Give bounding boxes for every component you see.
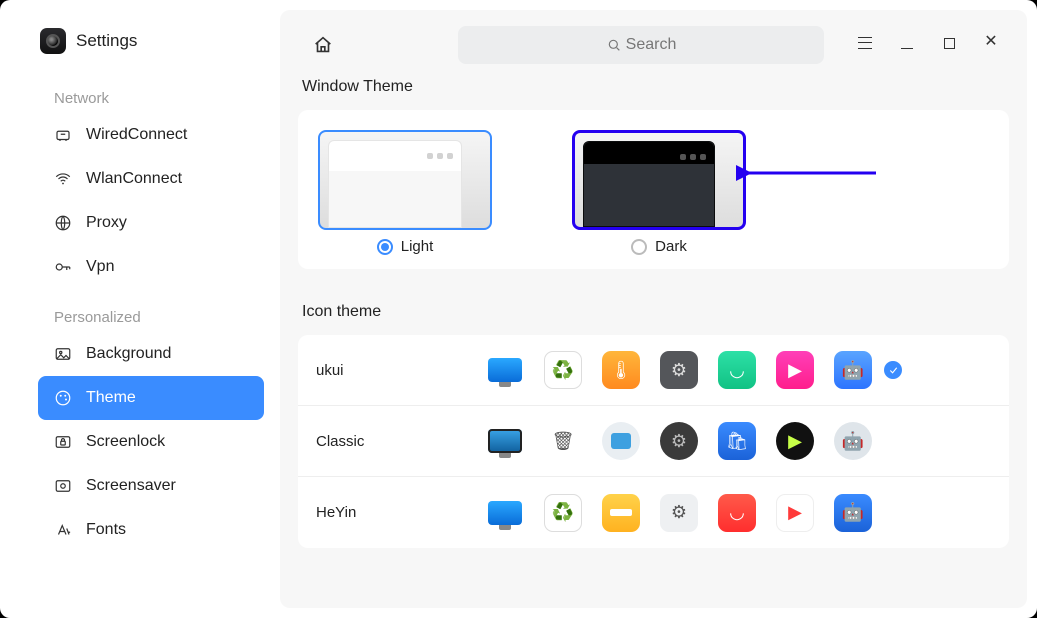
radio-dark[interactable] — [631, 239, 647, 255]
vpn-icon — [54, 258, 72, 276]
gear-icon: ⚙ — [660, 351, 698, 389]
trash-icon: ♻️ — [544, 494, 582, 532]
assistant-icon: 🤖 — [834, 422, 872, 460]
sidebar-item-theme[interactable]: Theme — [38, 376, 264, 420]
sidebar-item-label: Theme — [86, 389, 136, 407]
gear-icon: ⚙ — [660, 494, 698, 532]
topbar: Search ✕ — [300, 22, 1007, 68]
sidebar-item-background[interactable]: Background — [10, 332, 270, 376]
close-button[interactable]: ✕ — [981, 36, 1001, 54]
sidebar-item-fonts[interactable]: Fonts — [10, 508, 270, 552]
sidebar-item-label: Proxy — [86, 214, 127, 232]
main-panel: Search ✕ Window Theme Light — [280, 10, 1027, 608]
monitor-icon — [486, 351, 524, 389]
search-placeholder: Search — [626, 36, 677, 54]
theme-thumb-dark — [572, 130, 746, 230]
play-icon: ▶ — [776, 494, 814, 532]
wifi-icon — [54, 170, 72, 188]
search-icon — [606, 37, 622, 53]
menu-button[interactable] — [855, 36, 875, 54]
sidebar: Settings Network WiredConnect WlanConnec… — [0, 0, 280, 618]
assistant-icon: 🤖 — [834, 351, 872, 389]
trash-icon: ♻️ — [544, 351, 582, 389]
lock-icon — [54, 433, 72, 451]
play-icon: ▶ — [776, 422, 814, 460]
icon-theme-row-ukui[interactable]: ukui ♻️ 🌡 ⚙ ◡ ▶ 🤖 — [298, 335, 1009, 406]
minimize-button[interactable] — [897, 36, 917, 54]
content-scroll[interactable]: Window Theme Light Dark — [298, 70, 1019, 600]
store-icon: ◡ — [718, 351, 756, 389]
sidebar-item-label: Screensaver — [86, 477, 176, 495]
sidebar-item-label: WiredConnect — [86, 126, 187, 144]
window-theme-title: Window Theme — [298, 70, 1009, 110]
window-theme-card: Light Dark — [298, 110, 1009, 269]
icon-theme-title: Icon theme — [298, 295, 1009, 335]
ethernet-icon — [54, 126, 72, 144]
sidebar-item-label: Screenlock — [86, 433, 165, 451]
search-input[interactable]: Search — [458, 26, 824, 64]
store-icon: 🛍 — [718, 422, 756, 460]
palette-icon — [54, 389, 72, 407]
window-theme-dark[interactable]: Dark — [572, 130, 746, 255]
radio-light[interactable] — [377, 239, 393, 255]
image-icon — [54, 345, 72, 363]
icon-theme-row-classic[interactable]: Classic 🗑 ⚙ 🛍 ▶ 🤖 — [298, 406, 1009, 477]
settings-window: Settings Network WiredConnect WlanConnec… — [0, 0, 1037, 618]
store-icon: ◡ — [718, 494, 756, 532]
thermometer-icon: 🌡 — [602, 351, 640, 389]
selected-check-icon — [884, 361, 902, 379]
maximize-button[interactable] — [939, 36, 959, 54]
files-icon — [602, 422, 640, 460]
monitor-icon — [486, 422, 524, 460]
sidebar-item-wlanconnect[interactable]: WlanConnect — [10, 157, 270, 201]
gear-icon: ⚙ — [660, 422, 698, 460]
sidebar-item-label: Vpn — [86, 258, 114, 276]
icon-theme-row-heyin[interactable]: HeYin ♻️ ⚙ ◡ ▶ 🤖 — [298, 477, 1009, 548]
play-icon: ▶ — [776, 351, 814, 389]
window-theme-light[interactable]: Light — [318, 130, 492, 255]
icon-theme-card: ukui ♻️ 🌡 ⚙ ◡ ▶ 🤖 Classic — [298, 335, 1009, 548]
drive-icon — [602, 494, 640, 532]
app-title: Settings — [76, 31, 137, 51]
sidebar-item-label: Fonts — [86, 521, 126, 539]
globe-icon — [54, 214, 72, 232]
section-personalized-label: Personalized — [10, 303, 270, 332]
theme-thumb-light — [318, 130, 492, 230]
window-controls: ✕ — [855, 36, 1007, 54]
font-icon — [54, 521, 72, 539]
monitor-icon — [486, 494, 524, 532]
sidebar-item-proxy[interactable]: Proxy — [10, 201, 270, 245]
sidebar-item-vpn[interactable]: Vpn — [10, 245, 270, 289]
sidebar-item-wiredconnect[interactable]: WiredConnect — [10, 113, 270, 157]
sidebar-item-label: WlanConnect — [86, 170, 182, 188]
settings-app-icon — [40, 28, 66, 54]
assistant-icon: 🤖 — [834, 494, 872, 532]
app-title-row: Settings — [10, 28, 270, 54]
sidebar-item-screensaver[interactable]: Screensaver — [10, 464, 270, 508]
sidebar-item-screenlock[interactable]: Screenlock — [10, 420, 270, 464]
section-network-label: Network — [10, 84, 270, 113]
screensaver-icon — [54, 477, 72, 495]
trash-icon: 🗑 — [544, 422, 582, 460]
sidebar-item-label: Background — [86, 345, 171, 363]
home-button[interactable] — [306, 34, 340, 56]
